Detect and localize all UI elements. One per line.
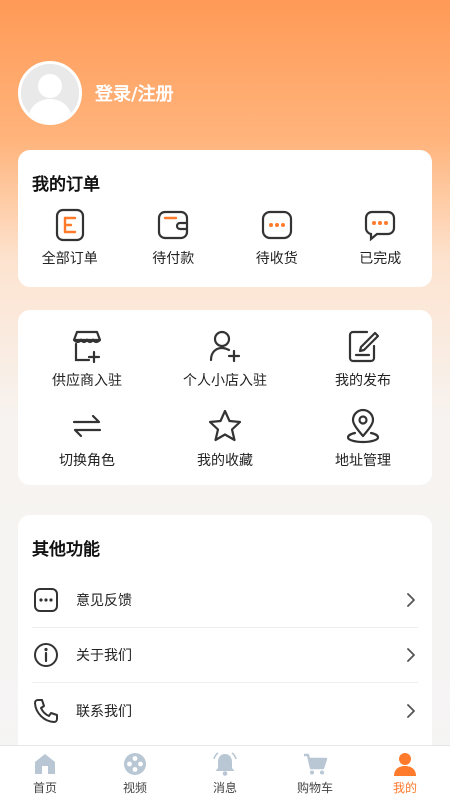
order-pending-payment-button[interactable]: 待付款 [125,208,221,268]
my-favorites-label: 我的收藏 [197,453,253,469]
bottom-tab-bar: 首页 视频 消息 购物车 我的 [0,745,450,800]
personal-shop-join-label: 个人小店入驻 [183,373,267,389]
order-completed-label: 已完成 [359,251,402,267]
person-icon [394,752,416,776]
address-management-label: 地址管理 [335,453,391,469]
cart-icon [304,753,328,774]
about-us-label: 关于我们 [76,648,132,664]
feedback-label: 意见反馈 [76,593,132,609]
list-item-contact-us[interactable]: 联系我们 [32,683,418,738]
bell-icon [213,751,237,776]
edit-document-icon [348,330,380,363]
order-pending-receipt-label: 待收货 [255,251,298,267]
location-pin-icon [346,408,380,444]
avatar[interactable] [18,61,82,125]
tab-cart-label: 购物车 [296,780,333,795]
home-icon [35,753,55,774]
wallet-icon [158,210,189,240]
address-management-button[interactable]: 地址管理 [294,408,432,470]
my-posts-label: 我的发布 [335,373,391,389]
star-icon [208,409,242,442]
order-pending-payment-label: 待付款 [152,251,195,267]
list-item-feedback[interactable]: 意见反馈 [32,573,418,628]
video-reel-icon [124,752,146,775]
my-favorites-button[interactable]: 我的收藏 [156,408,294,470]
chevron-right-icon [407,648,415,662]
supplier-join-button[interactable]: 供应商入驻 [18,328,156,390]
info-icon [34,643,58,667]
order-all-label: 全部订单 [41,251,98,267]
store-add-icon [72,330,102,364]
orders-title: 我的订单 [32,175,100,195]
chat-dots-icon [261,210,292,240]
other-functions-card: 其他功能 意见反馈 关于我们 联系我们 [18,515,432,755]
order-list-icon [55,208,84,242]
default-avatar-icon [21,64,79,122]
tab-home[interactable]: 首页 [5,751,85,796]
supplier-join-label: 供应商入驻 [52,373,122,389]
chevron-right-icon [407,703,415,718]
tab-mine-label: 我的 [392,780,417,795]
order-pending-receipt-button[interactable]: 待收货 [229,208,325,268]
my-posts-button[interactable]: 我的发布 [294,328,432,390]
tab-messages[interactable]: 消息 [185,751,265,796]
list-item-about-us[interactable]: 关于我们 [32,628,418,683]
order-completed-button[interactable]: 已完成 [332,208,428,268]
tab-messages-label: 消息 [212,780,237,795]
chevron-right-icon [407,593,415,607]
contact-us-label: 联系我们 [76,703,132,720]
swap-icon [72,414,102,438]
order-all-button[interactable]: 全部订单 [22,208,118,268]
tab-cart[interactable]: 购物车 [275,751,355,796]
login-register-link[interactable]: 登录/注册 [95,80,174,106]
tab-video[interactable]: 视频 [95,751,175,796]
services-card: 供应商入驻 个人小店入驻 我的发布 切换角色 我的收藏 地址管理 [18,310,432,485]
switch-role-label: 切换角色 [59,453,115,469]
phone-icon [34,698,58,723]
tab-mine[interactable]: 我的 [365,751,445,796]
other-functions-title: 其他功能 [32,540,100,560]
tab-video-label: 视频 [122,780,147,795]
profile-header[interactable]: 登录/注册 [18,60,174,126]
feedback-icon [34,588,58,612]
personal-shop-join-button[interactable]: 个人小店入驻 [156,328,294,390]
tab-home-label: 首页 [32,780,57,795]
switch-role-button[interactable]: 切换角色 [18,408,156,470]
user-add-icon [209,330,241,363]
message-dots-icon [365,210,396,242]
my-orders-card: 我的订单 全部订单 待付款 待收货 已完成 [18,150,432,287]
